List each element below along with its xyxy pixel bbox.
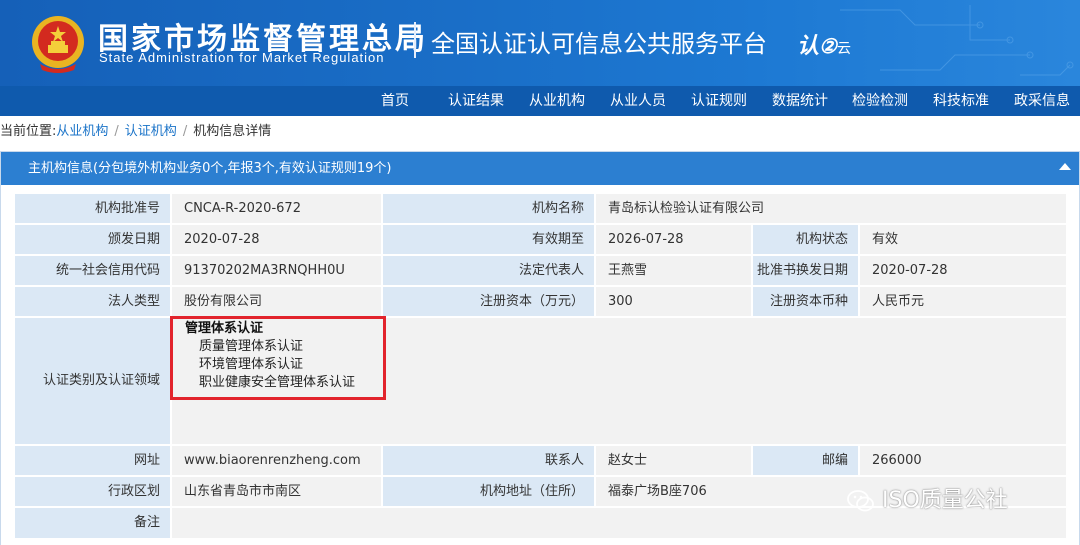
nav-item-inspection[interactable]: 检验检测 bbox=[852, 86, 908, 116]
label-renewal-date: 批准书换发日期 bbox=[753, 256, 858, 285]
value-capital: 300 bbox=[596, 287, 751, 316]
main-nav: 首页 认证结果 从业机构 从业人员 认证规则 数据统计 检验检测 科技标准 政采… bbox=[0, 86, 1080, 116]
value-entity-type: 股份有限公司 bbox=[172, 287, 381, 316]
value-approval-no: CNCA-R-2020-672 bbox=[172, 194, 381, 223]
platform-logo[interactable]: 认②云 bbox=[797, 28, 851, 60]
header-divider bbox=[414, 22, 416, 58]
value-issue-date: 2020-07-28 bbox=[172, 225, 381, 254]
nav-item-standards[interactable]: 科技标准 bbox=[933, 86, 989, 116]
label-region: 行政区划 bbox=[15, 477, 170, 506]
label-currency: 注册资本币种 bbox=[753, 287, 858, 316]
label-status: 机构状态 bbox=[753, 225, 858, 254]
label-legal-rep: 法定代表人 bbox=[383, 256, 594, 285]
label-issue-date: 颁发日期 bbox=[15, 225, 170, 254]
national-emblem-icon bbox=[32, 16, 84, 73]
value-legal-rep: 王燕雪 bbox=[596, 256, 751, 285]
value-contact: 赵女士 bbox=[596, 446, 751, 475]
platform-title: 全国认证认可信息公共服务平台 bbox=[431, 30, 767, 58]
breadcrumb-item-institutions[interactable]: 从业机构 bbox=[56, 124, 108, 139]
wechat-icon bbox=[847, 490, 874, 512]
value-currency: 人民币元 bbox=[860, 287, 1066, 316]
logo-text: 认 bbox=[797, 33, 820, 59]
value-postcode: 266000 bbox=[860, 446, 1066, 475]
label-org-name: 机构名称 bbox=[383, 194, 594, 223]
site-header: 国家市场监督管理总局 State Administration for Mark… bbox=[0, 0, 1080, 86]
breadcrumb-item-cert-bodies[interactable]: 认证机构 bbox=[125, 124, 177, 139]
value-renewal-date: 2020-07-28 bbox=[860, 256, 1066, 285]
circuit-decoration bbox=[840, 5, 1074, 76]
nav-item-institutions[interactable]: 从业机构 bbox=[529, 86, 585, 116]
nav-item-procurement[interactable]: 政采信息 bbox=[1014, 86, 1070, 116]
watermark-text: ISO质量公社 bbox=[882, 488, 1008, 513]
label-credit-code: 统一社会信用代码 bbox=[15, 256, 170, 285]
breadcrumb-separator: / bbox=[182, 124, 188, 139]
value-expiry: 2026-07-28 bbox=[596, 225, 751, 254]
label-contact: 联系人 bbox=[383, 446, 594, 475]
label-website: 网址 bbox=[15, 446, 170, 475]
value-org-name: 青岛标认检验认证有限公司 bbox=[596, 194, 1066, 223]
panel-header[interactable]: 主机构信息(分包境外机构业务0个,年报3个,有效认证规则19个) bbox=[1, 152, 1079, 185]
nav-item-cert-rules[interactable]: 认证规则 bbox=[691, 86, 747, 116]
label-approval-no: 机构批准号 bbox=[15, 194, 170, 223]
highlight-box bbox=[170, 316, 386, 400]
collapse-up-icon[interactable] bbox=[1059, 163, 1071, 170]
value-status: 有效 bbox=[860, 225, 1066, 254]
label-remarks: 备注 bbox=[15, 508, 170, 538]
label-cert-scope: 认证类别及认证领域 bbox=[15, 318, 170, 444]
nav-item-home[interactable]: 首页 bbox=[381, 86, 409, 116]
breadcrumb-separator: / bbox=[114, 124, 119, 139]
value-website[interactable]: www.biaorenrenzheng.com bbox=[172, 446, 381, 475]
nav-item-statistics[interactable]: 数据统计 bbox=[772, 86, 828, 116]
watermark: ISO质量公社 bbox=[846, 482, 1008, 514]
label-entity-type: 法人类型 bbox=[15, 287, 170, 316]
logo-suffix: 云 bbox=[836, 41, 851, 57]
breadcrumb-item-current: 机构信息详情 bbox=[193, 124, 272, 139]
label-address: 机构地址（住所） bbox=[383, 477, 594, 506]
label-postcode: 邮编 bbox=[753, 446, 858, 475]
nav-item-cert-results[interactable]: 认证结果 bbox=[448, 86, 504, 116]
nav-item-personnel[interactable]: 从业人员 bbox=[610, 86, 666, 116]
breadcrumb-prefix: 当前位置: bbox=[0, 124, 57, 139]
value-credit-code: 91370202MA3RNQHH0U bbox=[172, 256, 381, 285]
label-capital: 注册资本（万元） bbox=[383, 287, 594, 316]
agency-name-en: State Administration for Market Regulati… bbox=[99, 50, 385, 65]
panel-title: 主机构信息(分包境外机构业务0个,年报3个,有效认证规则19个) bbox=[28, 161, 392, 176]
value-region: 山东省青岛市市南区 bbox=[172, 477, 381, 506]
label-expiry: 有效期至 bbox=[383, 225, 594, 254]
breadcrumb: 当前位置:从业机构 / 认证机构 / 机构信息详情 bbox=[0, 118, 271, 146]
